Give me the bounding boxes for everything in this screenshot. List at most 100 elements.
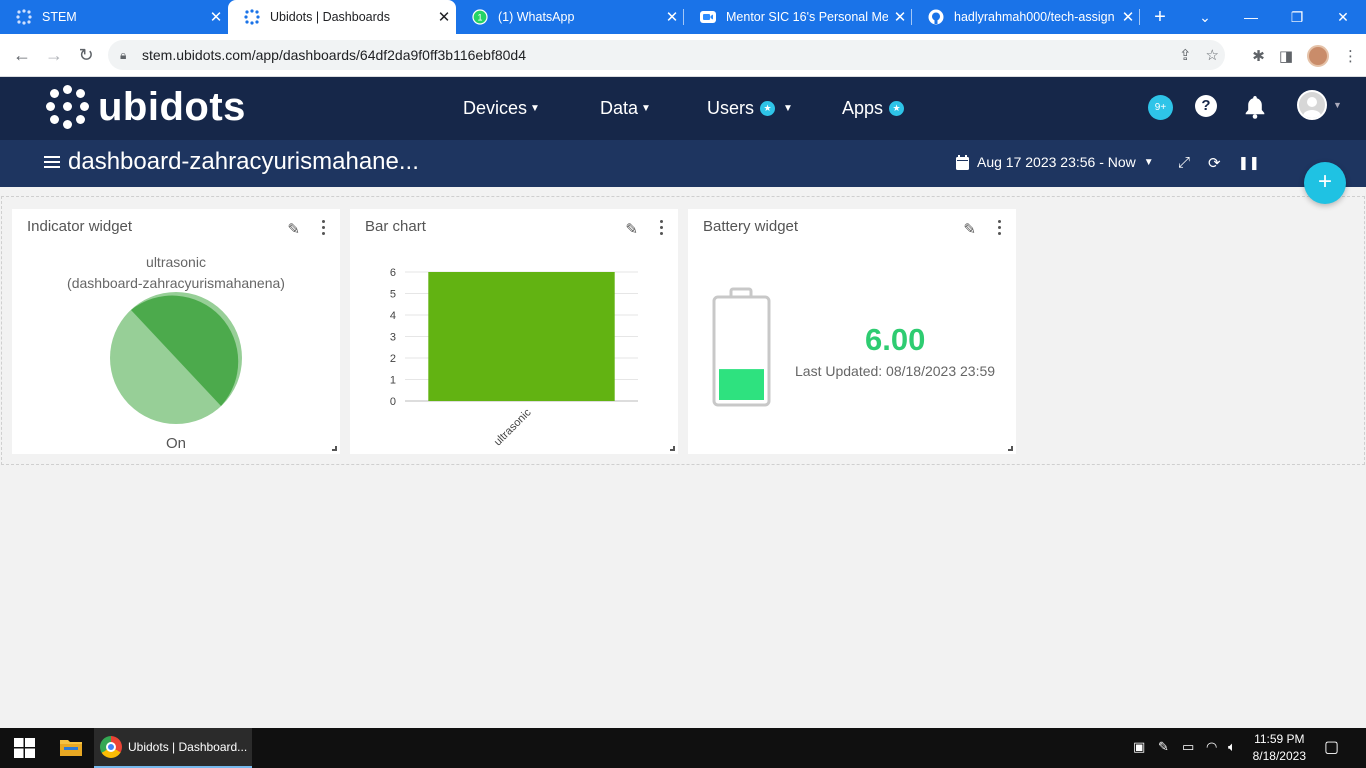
tab-ubidots-dashboards[interactable]: Ubidots | Dashboards ✕: [228, 0, 456, 34]
address-bar[interactable]: 🔒︎ stem.ubidots.com/app/dashboards/64df2…: [108, 40, 1225, 70]
y-tick-label: 6: [390, 267, 396, 279]
indicator-state: On: [165, 435, 186, 452]
bell-icon[interactable]: [1244, 95, 1266, 119]
ubidots-dots-icon: [46, 85, 90, 129]
notification-center-icon[interactable]: ▢: [1324, 737, 1339, 757]
date-range-text: Aug 17 2023 23:56 - Now: [977, 154, 1136, 170]
pen-icon[interactable]: ✎: [1158, 739, 1169, 755]
nav-apps[interactable]: Apps ★: [842, 77, 905, 140]
tab-github[interactable]: hadlyrahmah000/tech-assign ✕: [912, 0, 1140, 34]
wifi-icon[interactable]: ◠: [1206, 739, 1217, 755]
windows-start-icon[interactable]: [14, 738, 35, 763]
pause-icon[interactable]: ❚❚: [1238, 155, 1260, 171]
dashboard-title-button[interactable]: dashboard-zahracyurismahane...: [44, 148, 419, 176]
network-app-icon[interactable]: ▣: [1133, 739, 1145, 755]
clock-date: 8/18/2023: [1252, 749, 1306, 763]
browser-menu-icon[interactable]: ⋮: [1343, 47, 1358, 65]
resize-handle[interactable]: [332, 446, 337, 451]
resize-handle[interactable]: [1008, 446, 1013, 451]
system-clock[interactable]: 11:59 PM 8/18/2023: [1253, 731, 1306, 765]
hamburger-menu-icon[interactable]: [44, 153, 60, 171]
tab-title: (1) WhatsApp: [498, 10, 575, 24]
nav-data[interactable]: Data ▼: [600, 77, 651, 140]
user-avatar[interactable]: ▼: [1297, 90, 1342, 120]
resize-handle[interactable]: [670, 446, 675, 451]
add-widget-button[interactable]: +: [1304, 162, 1346, 204]
edit-pencil-icon[interactable]: ✎: [625, 220, 638, 238]
extensions-puzzle-icon[interactable]: ✱: [1252, 47, 1265, 65]
tab-stem[interactable]: STEM ✕: [0, 0, 228, 34]
nav-users[interactable]: Users ★ ▼: [707, 77, 793, 140]
tab-title: Mentor SIC 16's Personal Me: [726, 10, 888, 24]
forward-icon[interactable]: →: [38, 39, 70, 71]
tab-search-icon[interactable]: ⌄: [1182, 0, 1228, 34]
widget-menu-icon[interactable]: [998, 220, 1002, 238]
new-tab-button[interactable]: +: [1140, 0, 1180, 34]
nav-devices[interactable]: Devices ▼: [463, 77, 540, 140]
reload-icon[interactable]: ↻: [70, 39, 102, 71]
calendar-icon: [956, 154, 969, 170]
close-tab-icon[interactable]: ✕: [660, 8, 684, 26]
tab-whatsapp[interactable]: 1 (1) WhatsApp ✕: [456, 0, 684, 34]
battery-icon: [712, 287, 771, 407]
grid-dots-icon: [16, 9, 32, 25]
widget-title: Bar chart: [365, 218, 426, 235]
file-explorer-icon[interactable]: [60, 738, 82, 761]
browser-toolbar: ← → ↻ 🔒︎ stem.ubidots.com/app/dashboards…: [0, 34, 1366, 77]
close-tab-icon[interactable]: ✕: [204, 8, 228, 26]
restore-icon[interactable]: ❐: [1274, 0, 1320, 34]
fullscreen-icon[interactable]: ⤢: [1178, 154, 1190, 171]
tab-title: STEM: [42, 10, 77, 24]
battery-tray-icon[interactable]: ▭: [1182, 739, 1194, 755]
close-tab-icon[interactable]: ✕: [1116, 8, 1140, 26]
battery-widget[interactable]: Battery widget ✎: [688, 209, 1016, 454]
y-tick-label: 4: [390, 310, 396, 322]
refresh-icon[interactable]: ⟳: [1208, 154, 1221, 172]
github-icon: [928, 9, 944, 25]
edit-pencil-icon[interactable]: ✎: [287, 220, 300, 238]
star-badge-icon: ★: [889, 101, 905, 116]
y-tick-label: 1: [390, 375, 396, 387]
help-icon[interactable]: ?: [1195, 95, 1217, 117]
y-tick-label: 5: [390, 289, 396, 301]
tab-title: Ubidots | Dashboards: [270, 10, 390, 24]
caret-down-icon: ▼: [641, 103, 651, 114]
close-tab-icon[interactable]: ✕: [432, 8, 456, 26]
url-text: stem.ubidots.com/app/dashboards/64df2da9…: [142, 47, 526, 63]
taskbar-chrome-task[interactable]: Ubidots | Dashboard...: [94, 728, 252, 768]
bar: [428, 272, 615, 401]
date-range-picker[interactable]: Aug 17 2023 23:56 - Now ▼: [956, 154, 1154, 170]
volume-icon[interactable]: 🔈︎: [1228, 739, 1236, 755]
side-panel-icon[interactable]: ◨: [1279, 47, 1293, 65]
zoom-icon: [700, 9, 716, 25]
ubidots-logo[interactable]: ubidots: [46, 85, 246, 129]
close-tab-icon[interactable]: ✕: [888, 8, 912, 26]
bar-chart-widget[interactable]: Bar chart ✎ 0 1 2 3 4 5 6 ultrasonic: [350, 209, 678, 454]
clock-time: 11:59 PM: [1254, 732, 1305, 746]
widget-title: Battery widget: [703, 218, 799, 235]
back-icon[interactable]: ←: [6, 39, 38, 71]
nav-label: Users: [707, 98, 755, 118]
widget-menu-icon[interactable]: [322, 220, 326, 238]
minimize-icon[interactable]: —: [1228, 0, 1274, 34]
caret-down-icon: ▼: [530, 103, 540, 114]
edit-pencil-icon[interactable]: ✎: [963, 220, 976, 238]
whatsapp-icon: 1: [472, 9, 488, 25]
bookmark-star-icon[interactable]: ☆: [1206, 46, 1219, 64]
y-tick-label: 2: [390, 353, 396, 365]
notifications-count-badge[interactable]: 9+: [1148, 95, 1173, 120]
profile-avatar[interactable]: [1307, 44, 1329, 67]
share-icon[interactable]: ⇪: [1179, 46, 1192, 64]
tab-zoom-meeting[interactable]: Mentor SIC 16's Personal Me ✕: [684, 0, 912, 34]
indicator-device-name: (dashboard-zahracyurismahanena): [67, 275, 285, 291]
dashboard-title: dashboard-zahracyurismahane...: [68, 148, 419, 175]
indicator-variable-name: ultrasonic: [146, 254, 206, 270]
svg-text:1: 1: [477, 13, 482, 23]
close-window-icon[interactable]: ✕: [1320, 0, 1366, 34]
browser-tab-strip: STEM ✕ Ubidots | Dashboards ✕ 1 (1) What…: [0, 0, 1366, 34]
star-badge-icon: ★: [760, 101, 776, 116]
indicator-widget[interactable]: Indicator widget ✎ ultrasonic (dashboard…: [12, 209, 340, 454]
windows-taskbar: Ubidots | Dashboard... ▣ ✎ ▭ ◠ 🔈︎ 11:59 …: [0, 728, 1366, 768]
tab-title: hadlyrahmah000/tech-assign: [954, 10, 1115, 24]
widget-menu-icon[interactable]: [660, 220, 664, 238]
